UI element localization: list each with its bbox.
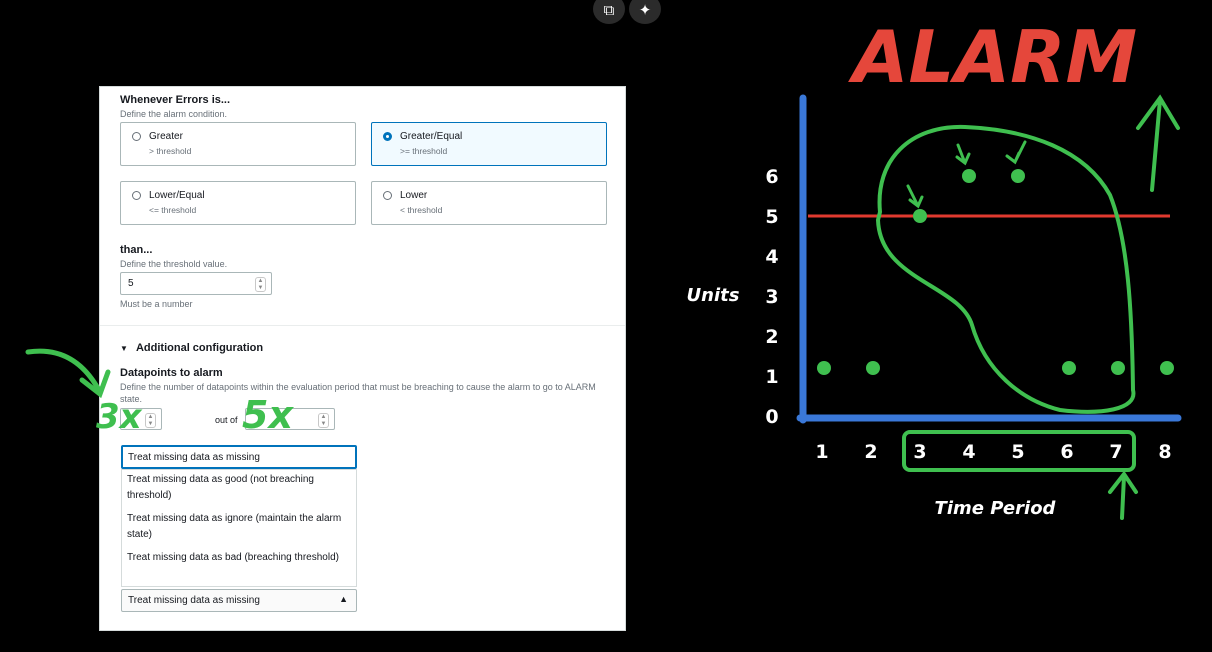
x-tick-label: 3 <box>913 441 926 463</box>
x-axis-label: Time Period <box>935 498 1057 519</box>
y-axis-label: Units <box>687 285 740 306</box>
y-tick-label: 2 <box>765 326 778 348</box>
breach-loop <box>875 124 1136 414</box>
y-tick-label: 4 <box>765 246 778 268</box>
alarm-up-arrow <box>1136 94 1180 192</box>
data-point <box>962 169 976 183</box>
data-point <box>1062 361 1076 375</box>
data-point <box>913 209 927 223</box>
x-tick-label: 7 <box>1109 441 1122 463</box>
period-up-arrow <box>1108 470 1138 520</box>
x-tick-label: 1 <box>815 441 828 463</box>
point-arrow <box>906 184 924 209</box>
point-arrow <box>1005 140 1027 165</box>
data-point <box>1111 361 1125 375</box>
y-tick-label: 0 <box>765 406 778 428</box>
data-point <box>866 361 880 375</box>
alarm-chart: ALARM Units Time Period 0 1 2 3 4 5 6 1 2 3 4 5 6 7 8 <box>687 15 1182 520</box>
x-tick-label: 8 <box>1158 441 1171 463</box>
x-tick-label: 6 <box>1060 441 1073 463</box>
data-point <box>1160 361 1174 375</box>
y-tick-label: 6 <box>765 166 778 188</box>
data-point <box>817 361 831 375</box>
y-tick-label: 5 <box>765 206 778 228</box>
point-arrow <box>955 143 971 166</box>
y-tick-label: 1 <box>765 366 778 388</box>
x-tick-label: 4 <box>962 441 975 463</box>
y-tick-label: 3 <box>765 286 778 308</box>
chart-title: ALARM <box>848 15 1137 99</box>
data-point <box>1011 169 1025 183</box>
x-tick-label: 5 <box>1011 441 1024 463</box>
x-tick-label: 2 <box>864 441 877 463</box>
